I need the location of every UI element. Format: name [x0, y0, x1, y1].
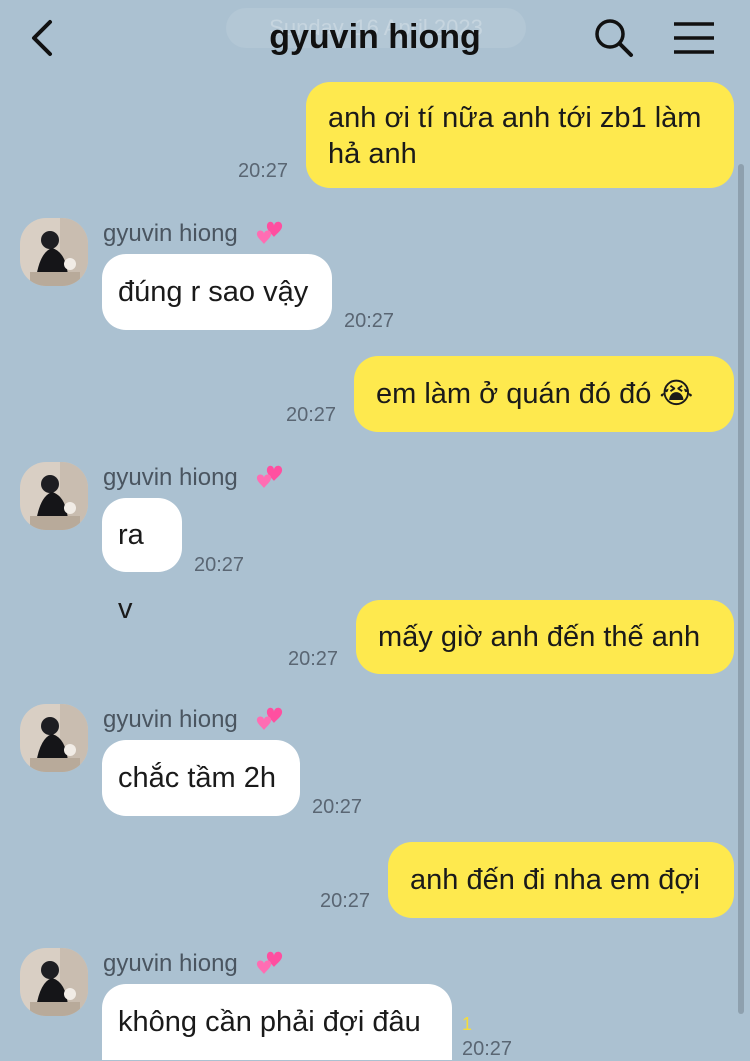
their-message-bubble[interactable]: ra v: [102, 498, 182, 625]
message-time: 20:27: [238, 160, 289, 182]
two-hearts-emoji: [256, 951, 283, 974]
avatar-photo: [20, 948, 88, 1016]
message-time: 20:27: [320, 890, 371, 912]
sender-name: gyuvin hiong: [103, 464, 238, 491]
message-time: 20:27: [286, 404, 337, 426]
hamburger-menu-icon: [674, 22, 714, 54]
avatar[interactable]: [20, 218, 88, 286]
search-button[interactable]: [594, 18, 634, 58]
message-text: chắc tầm 2h: [118, 762, 276, 794]
avatar[interactable]: [20, 704, 88, 772]
message-time: 20:27: [462, 1038, 513, 1060]
message-text-line: hả anh: [328, 138, 417, 170]
my-message-bubble[interactable]: anh đến đi nha em đợi: [388, 842, 734, 918]
unread-count: 1: [462, 1014, 473, 1034]
their-message-bubble[interactable]: chắc tầm 2h: [102, 740, 300, 816]
message-time: 20:27: [344, 310, 395, 332]
avatar-photo: [20, 704, 88, 772]
message-time: 20:27: [312, 796, 363, 818]
avatar[interactable]: [20, 948, 88, 1016]
message-text: anh đến đi nha em đợi: [410, 864, 700, 896]
message-text: em làm ở quán đó đó 😭: [376, 378, 694, 410]
message-text: mấy giờ anh đến thế anh: [378, 621, 701, 653]
sender-name: gyuvin hiong: [103, 220, 238, 247]
their-message-bubble[interactable]: đúng r sao vậy: [102, 254, 332, 330]
message-text: ra v: [118, 519, 144, 625]
chat-header: Sunday, 16 April 2023 gyuvin hiong: [0, 0, 750, 78]
two-hearts-emoji: [256, 221, 283, 244]
sender-name: gyuvin hiong: [103, 950, 238, 977]
chat-title: gyuvin hiong: [269, 18, 481, 56]
sender-name: gyuvin hiong: [103, 706, 238, 733]
message-text-line: anh ơi tí nữa anh tới zb1 làm: [328, 102, 702, 134]
message-text: không cần phải đợi đâu: [118, 1006, 421, 1038]
my-message-bubble[interactable]: em làm ở quán đó đó 😭: [354, 356, 734, 432]
my-message-bubble[interactable]: anh ơi tí nữa anh tới zb1 làm hả anh: [306, 82, 734, 188]
message-time: 20:27: [288, 648, 339, 670]
message-time: 20:27: [194, 554, 245, 576]
avatar-photo: [20, 462, 88, 530]
their-message-bubble[interactable]: không cần phải đợi đâu: [102, 984, 452, 1060]
search-icon: [595, 19, 633, 57]
two-hearts-emoji: [256, 465, 283, 488]
two-hearts-emoji: [256, 707, 283, 730]
scrollbar[interactable]: [738, 164, 744, 1014]
avatar[interactable]: [20, 462, 88, 530]
menu-button[interactable]: [672, 20, 716, 56]
avatar-photo: [20, 218, 88, 286]
my-message-bubble[interactable]: mấy giờ anh đến thế anh: [356, 600, 734, 674]
message-text: đúng r sao vậy: [118, 276, 309, 308]
